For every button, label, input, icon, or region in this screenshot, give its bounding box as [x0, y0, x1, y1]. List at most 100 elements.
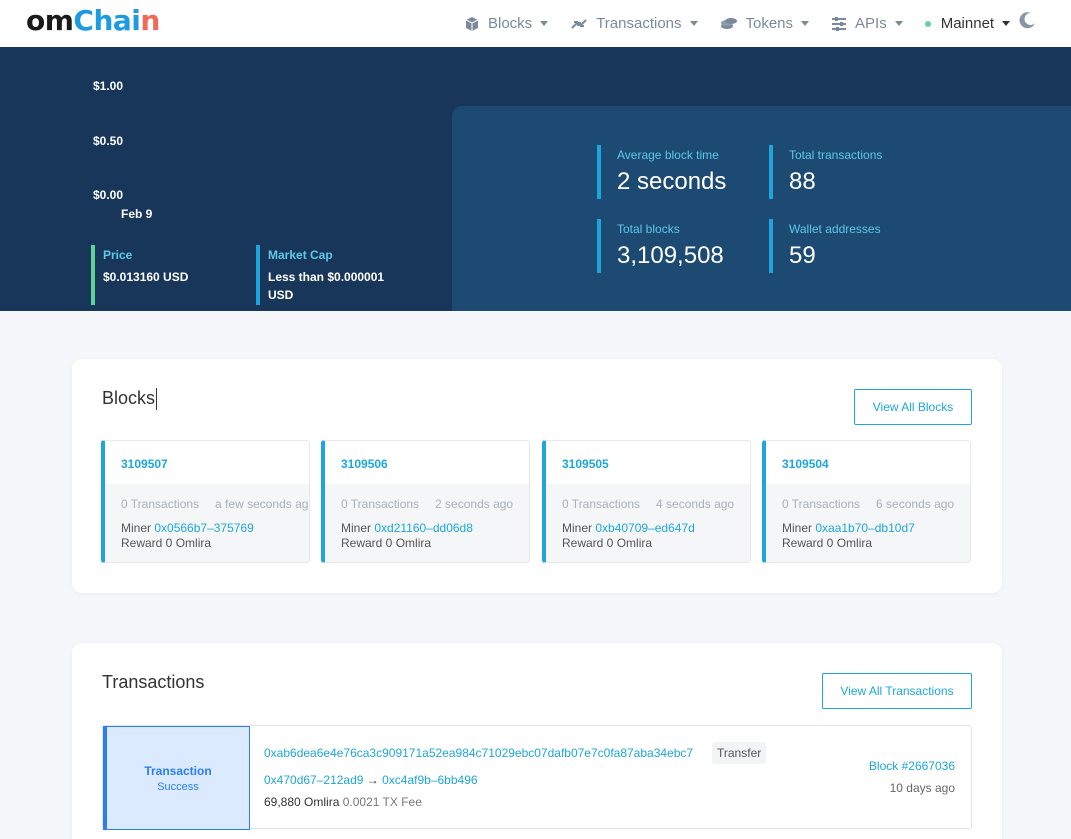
block-number-link[interactable]: 3109507 [121, 457, 168, 471]
stat-total-blocks: Total blocks 3,109,508 [597, 219, 724, 273]
block-tx-count: 0 Transactions [341, 497, 420, 511]
nav-apis[interactable]: APIs [831, 15, 903, 32]
chevron-down-icon [540, 21, 549, 26]
to-address-link[interactable]: 0xc4af9b–6bb496 [382, 773, 477, 787]
coins-icon [720, 17, 737, 29]
miner-label: Miner [121, 521, 152, 535]
from-address-link[interactable]: 0x470d67–212ad9 [264, 773, 363, 787]
transaction-status-value: Success [157, 780, 199, 793]
block-number-link[interactable]: 3109504 [782, 457, 829, 471]
nav-network-selector[interactable]: Mainnet [924, 15, 1011, 32]
chevron-down-icon [689, 21, 698, 26]
block-reward: Reward 0 Omlira [562, 536, 653, 550]
chart-ytick-label: $0.00 [93, 188, 124, 202]
transactions-title: Transactions [102, 672, 205, 692]
brand-part-n: n [140, 4, 160, 37]
price-title: Price [103, 248, 133, 262]
nav-blocks-label: Blocks [488, 15, 533, 32]
chart-xtick-label: Feb 9 [121, 207, 153, 221]
stat-value: 2 seconds [617, 168, 727, 195]
block-age: a few seconds ago [215, 497, 310, 511]
stat-value: 59 [789, 242, 816, 269]
block-miner: Miner 0xaa1b70–db10d7 [782, 521, 915, 535]
transaction-addresses: 0x470d67–212ad9 → 0xc4af9b–6bb496 [264, 773, 478, 787]
market-cap-metric: Market Cap Less than $0.000001 USD [256, 245, 384, 305]
block-tx-count: 0 Transactions [782, 497, 861, 511]
block-meta: 0 Transactions 2 seconds ago [341, 497, 513, 511]
market-cap-title: Market Cap [268, 248, 333, 262]
stat-total-transactions: Total transactions 88 [769, 145, 882, 199]
transactions-card: Transactions View All Transactions Trans… [72, 643, 1002, 839]
block-tile[interactable]: 3109505 0 Transactions 4 seconds ago Mine… [542, 440, 751, 563]
text-cursor [156, 388, 158, 411]
miner-address-link[interactable]: 0xd21160–dd06d8 [374, 521, 473, 535]
miner-address-link[interactable]: 0xaa1b70–db10d7 [815, 521, 914, 535]
transaction-type-badge: Transfer [712, 742, 767, 764]
transaction-age: 10 days ago [889, 781, 955, 795]
sliders-icon [832, 16, 847, 31]
block-reward: Reward 0 Omlira [121, 536, 212, 550]
block-details: 0 Transactions 4 seconds ago Miner 0xb407… [546, 484, 750, 562]
block-details: 0 Transactions 6 seconds ago Miner 0xaa1b… [766, 484, 970, 562]
block-details: 0 Transactions 2 seconds ago Miner 0xd211… [325, 484, 529, 562]
stat-avg-block-time: Average block time 2 seconds [597, 145, 726, 199]
nav-transactions-label: Transactions [596, 15, 682, 32]
nav-apis-label: APIs [855, 15, 887, 32]
miner-label: Miner [562, 521, 593, 535]
block-miner: Miner 0xb40709–ed647d [562, 521, 695, 535]
network-status-dot [924, 20, 931, 27]
arrow-right-icon: → [366, 773, 379, 787]
chevron-down-icon [801, 21, 810, 26]
chart-ytick-label: $1.00 [93, 79, 124, 93]
brand-part-chai: Chai [73, 4, 141, 37]
stats-panel: Average block time 2 seconds Total trans… [452, 106, 1071, 311]
stat-title: Average block time [617, 148, 719, 162]
block-tile[interactable]: 3109506 0 Transactions 2 seconds ago Mine… [321, 440, 530, 563]
block-number-link[interactable]: 3109505 [562, 457, 609, 471]
nav-blocks[interactable]: Blocks [464, 15, 549, 32]
blocks-title: Blocks [102, 388, 158, 411]
block-reward: Reward 0 Omlira [782, 536, 873, 550]
blocks-title-text: Blocks [102, 388, 156, 408]
view-all-blocks-button[interactable]: View All Blocks [854, 389, 972, 425]
block-tx-count: 0 Transactions [121, 497, 200, 511]
stat-wallet-addresses: Wallet addresses 59 [769, 219, 881, 273]
transaction-value: 69,880 Omlira 0.0021 TX Fee [264, 795, 422, 809]
block-tile[interactable]: 3109507 0 Transactions a few seconds ago … [101, 440, 310, 563]
cube-icon [465, 16, 479, 31]
hero-banner: $1.00 $0.50 $0.00 Feb 9 Price $0.013160 … [0, 47, 1071, 311]
block-miner: Miner 0x0566b7–375769 [121, 521, 254, 535]
block-number-link[interactable]: 3109506 [341, 457, 388, 471]
blocks-card: Blocks View All Blocks 3109507 0 Transac… [72, 359, 1002, 593]
market-cap-value: Less than $0.000001 USD [268, 268, 384, 304]
chevron-down-icon [1002, 21, 1011, 26]
stat-value: 3,109,508 [617, 242, 724, 269]
nav-tokens[interactable]: Tokens [720, 15, 810, 32]
block-tile[interactable]: 3109504 0 Transactions 6 seconds ago Mine… [762, 440, 971, 563]
transactions-arrows-icon [571, 18, 587, 29]
miner-label: Miner [782, 521, 813, 535]
miner-address-link[interactable]: 0xb40709–ed647d [595, 521, 694, 535]
transaction-status-title: Transaction [144, 763, 212, 778]
view-all-transactions-button[interactable]: View All Transactions [822, 673, 972, 709]
transaction-row: Transaction Success 0xab6dea6e4e76ca3c90… [102, 725, 972, 830]
nav-network-label: Mainnet [940, 15, 995, 32]
nav-transactions[interactable]: Transactions [570, 15, 698, 32]
chart-ytick-label: $0.50 [93, 134, 124, 148]
transaction-block-link[interactable]: Block #2667036 [869, 759, 955, 773]
block-tx-count: 0 Transactions [562, 497, 641, 511]
transaction-amount: 69,880 Omlira [264, 795, 340, 809]
miner-address-link[interactable]: 0x0566b7–375769 [154, 521, 253, 535]
stat-title: Total blocks [617, 222, 680, 236]
block-miner: Miner 0xd21160–dd06d8 [341, 521, 473, 535]
miner-label: Miner [341, 521, 372, 535]
block-meta: 0 Transactions 6 seconds ago [782, 497, 954, 511]
moon-icon[interactable] [1018, 10, 1038, 30]
block-age: 4 seconds ago [656, 497, 735, 511]
transaction-hash-link[interactable]: 0xab6dea6e4e76ca3c909171a52ea984c71029eb… [264, 746, 693, 760]
block-meta: 0 Transactions a few seconds ago [121, 497, 310, 511]
block-details: 0 Transactions a few seconds ago Miner 0x… [105, 484, 310, 562]
block-age: 6 seconds ago [876, 497, 955, 511]
brand-logo[interactable]: omChain [26, 4, 160, 37]
nav-menu: Blocks Transactions Tokens APIs Mainnet [464, 0, 1032, 47]
